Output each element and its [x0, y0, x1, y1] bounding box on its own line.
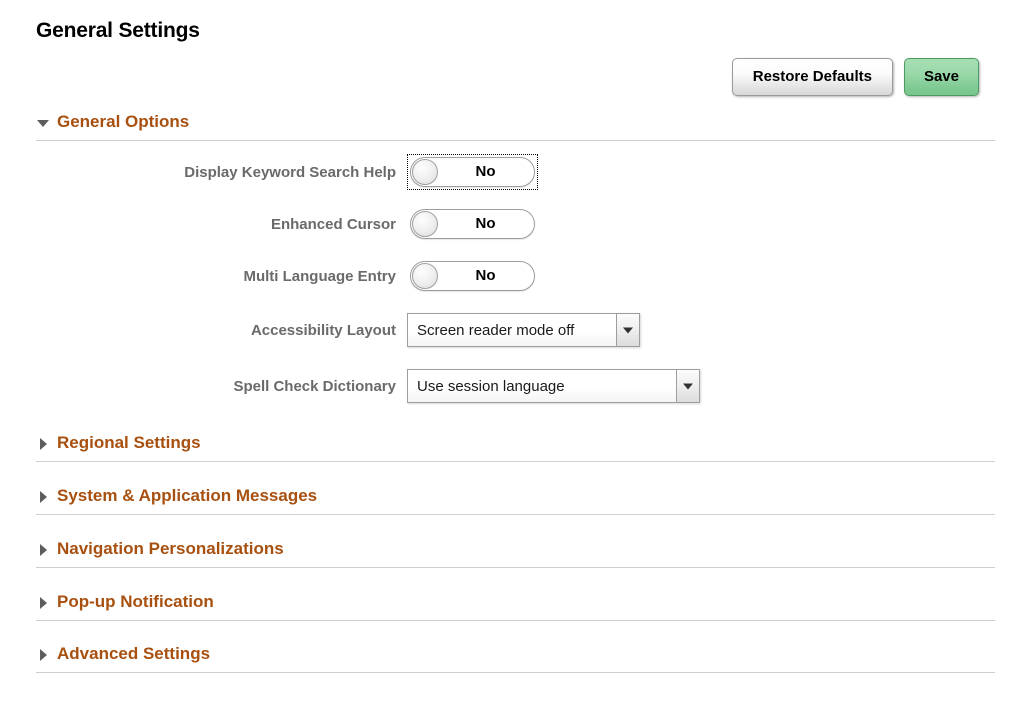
section-title-navigation-personalizations: Navigation Personalizations	[57, 539, 284, 558]
section-advanced-settings: Advanced Settings	[36, 642, 995, 673]
section-title-general-options: General Options	[57, 112, 190, 131]
section-title-system-application-messages: System & Application Messages	[57, 486, 318, 505]
toggle-value-enhanced-cursor: No	[475, 215, 496, 232]
section-pop-up-notification: Pop-up Notification	[36, 590, 995, 621]
form-row-enhanced-cursor: Enhanced Cursor No	[0, 198, 1012, 250]
field-control-accessibility-layout: Screen reader mode off	[407, 313, 640, 347]
section-header-navigation-personalizations[interactable]: Navigation Personalizations	[36, 537, 995, 561]
field-label-multi-language-entry: Multi Language Entry	[243, 267, 396, 285]
section-divider	[36, 620, 995, 621]
field-control-enhanced-cursor: No	[407, 206, 538, 242]
toggle-wrap-multi-language-entry: No	[407, 258, 538, 294]
section-header-system-application-messages[interactable]: System & Application Messages	[36, 484, 995, 508]
section-divider	[36, 140, 995, 141]
dropdown-spell-check-dictionary[interactable]: Use session language	[407, 369, 700, 403]
toggle-knob	[412, 211, 438, 237]
chevron-right-icon	[36, 543, 50, 557]
form-row-multi-language-entry: Multi Language Entry No	[0, 250, 1012, 302]
field-control-multi-language-entry: No	[407, 258, 538, 294]
chevron-down-icon	[36, 116, 50, 130]
dropdown-value-accessibility-layout: Screen reader mode off	[417, 321, 575, 339]
section-general-options: General Options	[36, 110, 995, 141]
section-navigation-personalizations: Navigation Personalizations	[36, 537, 995, 568]
section-divider	[36, 461, 995, 462]
chevron-right-icon	[36, 648, 50, 662]
toggle-multi-language-entry[interactable]: No	[410, 261, 535, 291]
section-regional-settings: Regional Settings	[36, 431, 995, 462]
section-header-general-options[interactable]: General Options	[36, 110, 995, 134]
restore-defaults-button[interactable]: Restore Defaults	[731, 58, 893, 96]
page-title: General Settings	[36, 19, 200, 42]
section-divider	[36, 567, 995, 568]
chevron-right-icon	[36, 596, 50, 610]
toggle-focus-ring-display-keyword-search-help: No	[407, 154, 538, 190]
toggle-value-display-keyword-search-help: No	[475, 163, 496, 180]
form-row-spell-check-dictionary: Spell Check Dictionary Use session langu…	[0, 358, 1012, 414]
toggle-knob	[412, 159, 438, 185]
dropdown-value-spell-check-dictionary: Use session language	[417, 377, 565, 395]
field-label-enhanced-cursor: Enhanced Cursor	[270, 215, 396, 233]
section-title-pop-up-notification: Pop-up Notification	[57, 592, 214, 611]
chevron-right-icon	[36, 437, 50, 451]
form-row-accessibility-layout: Accessibility Layout Screen reader mode …	[0, 302, 1012, 358]
chevron-down-icon[interactable]	[676, 370, 699, 402]
general-options-form: Display Keyword Search Help No Enhanced …	[0, 146, 1012, 414]
section-system-application-messages: System & Application Messages	[36, 484, 995, 515]
toggle-enhanced-cursor[interactable]: No	[410, 209, 535, 239]
toggle-wrap-enhanced-cursor: No	[407, 206, 538, 242]
section-header-pop-up-notification[interactable]: Pop-up Notification	[36, 590, 995, 614]
section-title-regional-settings: Regional Settings	[57, 433, 201, 452]
chevron-right-icon	[36, 490, 50, 504]
section-header-advanced-settings[interactable]: Advanced Settings	[36, 642, 995, 666]
dropdown-accessibility-layout[interactable]: Screen reader mode off	[407, 313, 640, 347]
field-control-spell-check-dictionary: Use session language	[407, 369, 700, 403]
form-row-display-keyword-search-help: Display Keyword Search Help No	[0, 146, 1012, 198]
section-title-advanced-settings: Advanced Settings	[57, 644, 211, 663]
action-bar: Restore Defaults Save	[731, 58, 979, 96]
section-divider	[36, 514, 995, 515]
field-label-spell-check-dictionary: Spell Check Dictionary	[233, 377, 396, 395]
save-button[interactable]: Save	[903, 58, 979, 96]
chevron-down-icon[interactable]	[616, 314, 639, 346]
section-header-regional-settings[interactable]: Regional Settings	[36, 431, 995, 455]
toggle-value-multi-language-entry: No	[475, 267, 496, 284]
field-label-display-keyword-search-help: Display Keyword Search Help	[184, 163, 396, 181]
field-control-display-keyword-search-help: No	[407, 154, 538, 190]
field-label-accessibility-layout: Accessibility Layout	[250, 321, 396, 339]
toggle-display-keyword-search-help[interactable]: No	[410, 157, 535, 187]
section-divider	[36, 672, 995, 673]
toggle-knob	[412, 263, 438, 289]
